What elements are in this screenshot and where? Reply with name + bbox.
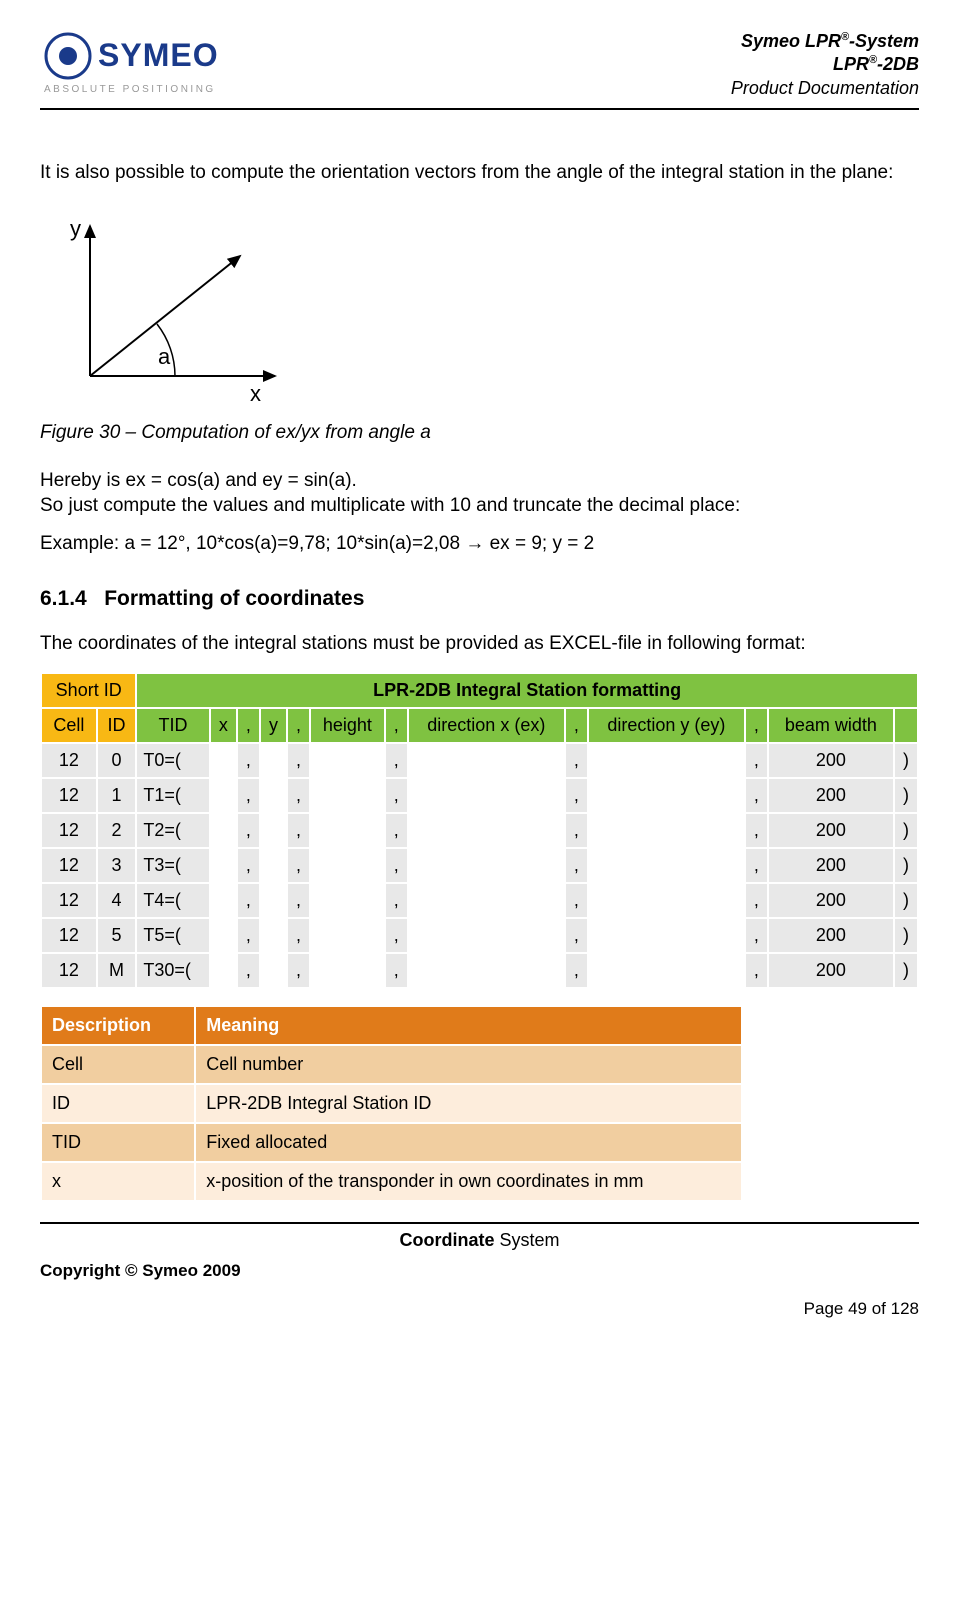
angle-diagram: y x a	[40, 206, 919, 412]
svg-text:SYMEO: SYMEO	[98, 37, 219, 73]
col-comma: ,	[745, 708, 768, 743]
paragraph-formula: Hereby is ex = cos(a) and ey = sin(a). S…	[40, 468, 919, 519]
col-y: y	[260, 708, 287, 743]
table-row: CellCell number	[41, 1045, 742, 1084]
col-description: Description	[41, 1006, 195, 1045]
symeo-logo-icon: SYMEO ABSOLUTE POSITIONING	[40, 30, 240, 100]
table-row: 125T5=(,,,,,200)	[41, 918, 918, 953]
paragraph-example: Example: a = 12°, 10*cos(a)=9,78; 10*sin…	[40, 531, 919, 557]
table-row: 12MT30=(,,,,,200)	[41, 953, 918, 988]
col-id: ID	[97, 708, 137, 743]
table-row: xx-position of the transponder in own co…	[41, 1162, 742, 1201]
table-row: IDLPR-2DB Integral Station ID	[41, 1084, 742, 1123]
col-meaning: Meaning	[195, 1006, 742, 1045]
table-row: 124T4=(,,,,,200)	[41, 883, 918, 918]
table-row: 120T0=(,,,,,200)	[41, 743, 918, 778]
footer-page-number: Page 49 of 128	[40, 1299, 919, 1319]
paragraph-intro: It is also possible to compute the orien…	[40, 160, 919, 186]
figure-caption: Figure 30 – Computation of ex/yx from an…	[40, 422, 919, 444]
table-row: 123T3=(,,,,,200)	[41, 848, 918, 883]
page-footer: Coordinate System Copyright © Symeo 2009…	[40, 1222, 919, 1319]
col-main-title: LPR-2DB Integral Station formatting	[136, 673, 918, 708]
svg-text:y: y	[70, 216, 81, 241]
svg-text:ABSOLUTE POSITIONING: ABSOLUTE POSITIONING	[44, 84, 216, 95]
svg-text:a: a	[158, 344, 171, 369]
footer-copyright: Copyright © Symeo 2009	[40, 1261, 919, 1281]
col-beam: beam width	[768, 708, 894, 743]
col-comma: ,	[237, 708, 260, 743]
footer-section-title: Coordinate System	[40, 1230, 919, 1251]
description-table: Description Meaning CellCell numberIDLPR…	[40, 1005, 743, 1202]
col-short-id: Short ID	[41, 673, 136, 708]
section-heading: 6.1.4 Formatting of coordinates	[40, 587, 919, 611]
table-row: 122T2=(,,,,,200)	[41, 813, 918, 848]
col-diry: direction y (ey)	[588, 708, 745, 743]
col-comma: ,	[287, 708, 310, 743]
col-comma: ,	[565, 708, 588, 743]
header-right-text: Symeo LPR®-System LPR®-2DB Product Docum…	[731, 30, 919, 100]
paragraph-format: The coordinates of the integral stations…	[40, 631, 919, 657]
formatting-table: Short ID LPR-2DB Integral Station format…	[40, 672, 919, 989]
col-cell: Cell	[41, 708, 97, 743]
col-comma: ,	[385, 708, 408, 743]
col-tid: TID	[136, 708, 209, 743]
table-row: 121T1=(,,,,,200)	[41, 778, 918, 813]
col-x: x	[210, 708, 237, 743]
svg-text:x: x	[250, 381, 261, 406]
table-row: TIDFixed allocated	[41, 1123, 742, 1162]
logo-block: SYMEO ABSOLUTE POSITIONING	[40, 30, 240, 100]
col-height: height	[310, 708, 385, 743]
page-header: SYMEO ABSOLUTE POSITIONING Symeo LPR®-Sy…	[40, 30, 919, 110]
col-dirx: direction x (ex)	[408, 708, 565, 743]
